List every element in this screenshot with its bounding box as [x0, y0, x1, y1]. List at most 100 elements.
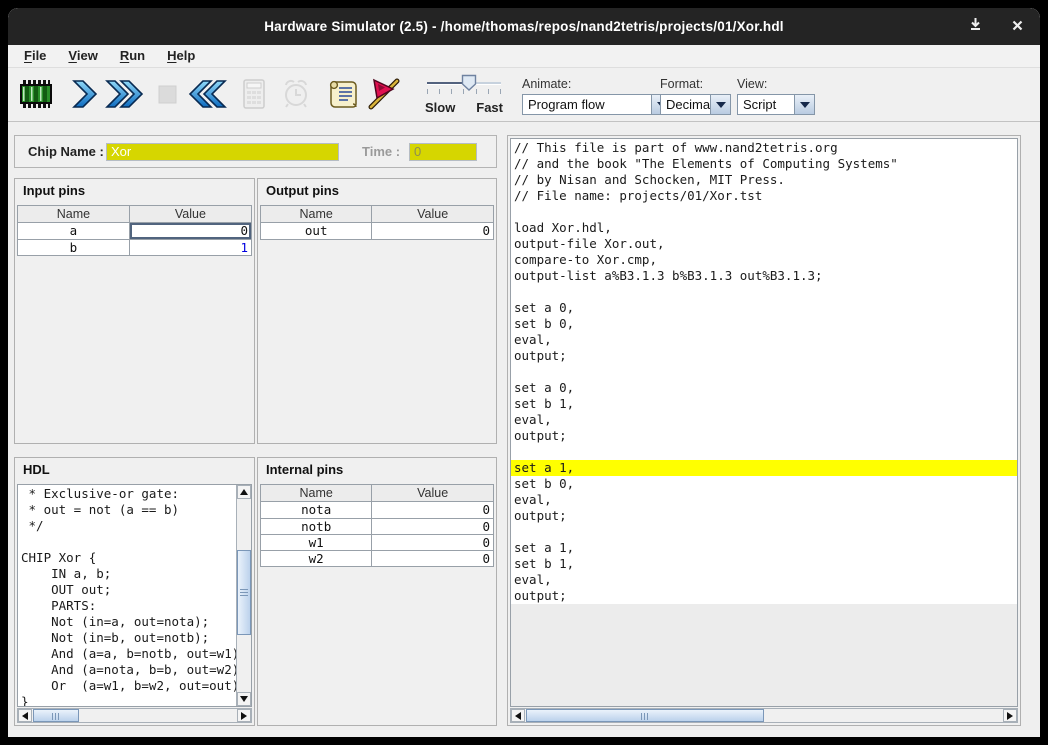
- scroll-right-button[interactable]: [237, 709, 251, 722]
- column-header: Value: [130, 206, 251, 222]
- script-line: eval,: [511, 332, 1017, 348]
- hdl-code: * Exclusive-or gate: * out = not (a == b…: [18, 485, 251, 707]
- app-window: Hardware Simulator (2.5) - /home/thomas/…: [8, 8, 1040, 737]
- script-line: set a 0,: [511, 300, 1017, 316]
- script-line: set a 1,: [511, 540, 1017, 556]
- scroll-left-button[interactable]: [511, 709, 525, 722]
- time-field: 0: [409, 143, 477, 161]
- script-line: [511, 284, 1017, 300]
- format-select[interactable]: Decimal: [660, 94, 731, 115]
- pin-value[interactable]: 0: [130, 223, 251, 239]
- pin-value: 0: [372, 223, 493, 239]
- pin-name: notb: [261, 519, 372, 534]
- scrollbar-thumb[interactable]: [526, 709, 764, 722]
- output-pins-panel: Output pins NameValueout0: [257, 178, 497, 444]
- column-header: Name: [261, 485, 372, 501]
- step-forward-icon: [65, 76, 101, 112]
- pin-value: 0: [372, 502, 493, 518]
- output-pins-title: Output pins: [258, 179, 496, 202]
- slider-ticks: [427, 89, 501, 94]
- script-line: load Xor.hdl,: [511, 220, 1017, 236]
- scrollbar-thumb[interactable]: [237, 550, 251, 635]
- chevron-down-icon[interactable]: [710, 94, 731, 115]
- title-bar: Hardware Simulator (2.5) - /home/thomas/…: [8, 8, 1040, 45]
- menu-file[interactable]: File: [14, 46, 58, 66]
- scrollbar-thumb[interactable]: [33, 709, 79, 722]
- scroll-up-button[interactable]: [237, 485, 251, 499]
- animate-label: Animate:: [522, 77, 672, 91]
- pin-name: out: [261, 223, 372, 239]
- table-row: a0: [18, 223, 251, 239]
- input-pins-table: NameValuea0b1: [17, 205, 252, 256]
- format-label: Format:: [660, 77, 731, 91]
- scrollbar-track[interactable]: [32, 709, 237, 722]
- pin-name: a: [18, 223, 130, 239]
- table-row: notb0: [261, 518, 493, 534]
- chip-name-field[interactable]: Xor: [106, 143, 339, 161]
- format-group: Format: Decimal: [660, 77, 731, 115]
- clock-icon: [278, 76, 314, 112]
- chevron-down-icon[interactable]: [794, 94, 815, 115]
- breakpoints-button[interactable]: [363, 73, 405, 115]
- menu-bar: FileViewRunHelp: [8, 45, 1040, 68]
- table-row: b1: [18, 239, 251, 255]
- table-header: NameValue: [18, 206, 251, 223]
- slider-slow-label: Slow: [425, 100, 455, 115]
- stop-icon: [149, 76, 185, 112]
- fast-forward-icon: [104, 76, 144, 112]
- script-horizontal-scrollbar[interactable]: [510, 708, 1018, 723]
- menu-help[interactable]: Help: [157, 46, 207, 66]
- load-script-button[interactable]: [322, 73, 364, 115]
- hdl-vertical-scrollbar[interactable]: [236, 485, 251, 706]
- script-line: eval,: [511, 492, 1017, 508]
- table-row: out0: [261, 223, 493, 239]
- pin-value[interactable]: 1: [130, 240, 251, 255]
- slider-fast-label: Fast: [476, 100, 503, 115]
- script-line-current: set a 1,: [511, 460, 1017, 476]
- script-line: output;: [511, 588, 1017, 604]
- output-pins-table: NameValueout0: [260, 205, 494, 240]
- format-value: Decimal: [660, 94, 710, 115]
- scrollbar-track[interactable]: [525, 709, 1003, 722]
- load-chip-button[interactable]: [15, 73, 57, 115]
- script-line: set b 0,: [511, 476, 1017, 492]
- run-button[interactable]: [103, 73, 145, 115]
- flag-icon: [366, 76, 402, 112]
- scroll-left-button[interactable]: [18, 709, 32, 722]
- scroll-right-button[interactable]: [1003, 709, 1017, 722]
- script-line: set b 0,: [511, 316, 1017, 332]
- hdl-horizontal-scrollbar[interactable]: [17, 708, 252, 723]
- script-line: output-file Xor.out,: [511, 236, 1017, 252]
- view-select[interactable]: Script: [737, 94, 815, 115]
- close-button[interactable]: [1010, 20, 1024, 34]
- pin-name: b: [18, 240, 130, 255]
- single-step-button[interactable]: [62, 73, 104, 115]
- script-line: output;: [511, 428, 1017, 444]
- animate-group: Animate: Program flow: [522, 77, 672, 115]
- column-header: Value: [372, 485, 493, 501]
- column-header: Name: [261, 206, 372, 222]
- internal-pins-panel: Internal pins NameValuenota0notb0w10w20: [257, 457, 497, 726]
- animate-select[interactable]: Program flow: [522, 94, 672, 115]
- time-label: Time :: [362, 144, 400, 159]
- view-value: Script: [737, 94, 794, 115]
- script-line: eval,: [511, 412, 1017, 428]
- speed-slider[interactable]: Slow Fast: [425, 73, 503, 117]
- toolbar: Slow Fast Animate: Program flow Format: …: [8, 68, 1040, 122]
- scroll-down-button[interactable]: [237, 692, 251, 706]
- script-lines: // This file is part of www.nand2tetris.…: [511, 139, 1017, 604]
- rewind-icon: [188, 76, 228, 112]
- menu-view[interactable]: View: [58, 46, 109, 66]
- pin-name: nota: [261, 502, 372, 518]
- reset-button[interactable]: [187, 73, 229, 115]
- window-title: Hardware Simulator (2.5) - /home/thomas/…: [264, 19, 784, 34]
- pin-value: 0: [372, 535, 493, 550]
- script-line: // This file is part of www.nand2tetris.…: [511, 140, 1017, 156]
- menu-run[interactable]: Run: [110, 46, 157, 66]
- minimize-button[interactable]: [968, 20, 982, 34]
- clock-button: [275, 73, 317, 115]
- table-row: w20: [261, 550, 493, 566]
- script-line: set b 1,: [511, 556, 1017, 572]
- internal-pins-title: Internal pins: [258, 458, 496, 481]
- script-line: // by Nisan and Schocken, MIT Press.: [511, 172, 1017, 188]
